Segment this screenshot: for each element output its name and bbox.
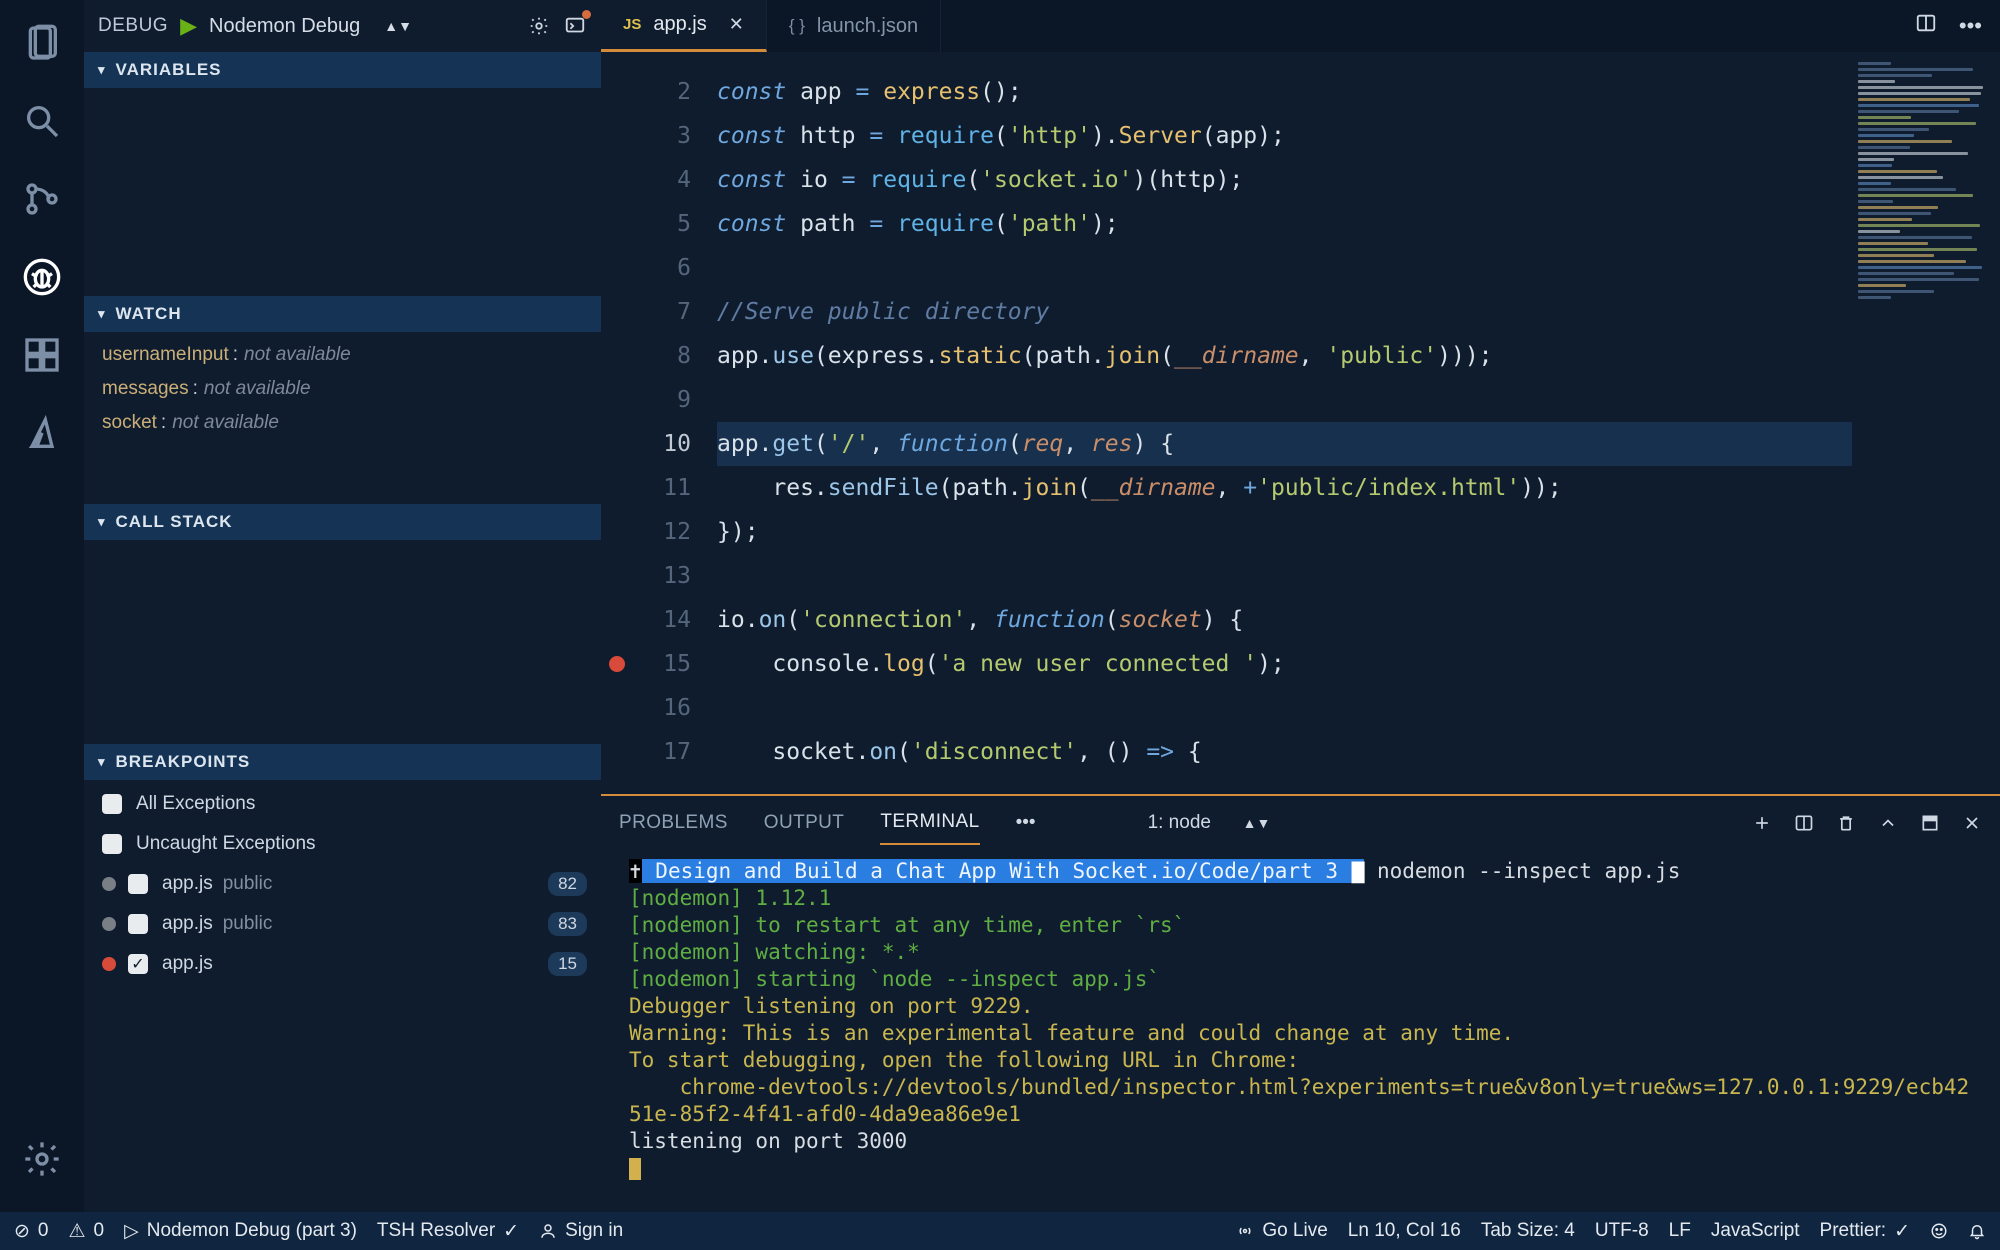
debug-header: DEBUG ▶ Nodemon Debug ▲▼ [84, 0, 601, 52]
line-badge: 82 [548, 872, 587, 896]
breakpoint-item[interactable]: app.js public 82 [84, 864, 601, 904]
line-badge: 83 [548, 912, 587, 936]
broadcast-icon [1236, 1222, 1254, 1240]
breakpoint-all-exceptions[interactable]: All Exceptions [84, 784, 601, 824]
panel-tab-output[interactable]: OUTPUT [764, 812, 845, 834]
watch-header[interactable]: ▾ WATCH [84, 296, 601, 332]
checkbox-unchecked[interactable] [102, 794, 122, 814]
watch-item[interactable]: socket:not available [102, 406, 601, 440]
debug-title: DEBUG [98, 15, 168, 37]
error-icon: ⊘ [14, 1220, 30, 1243]
chevron-down-icon: ▾ [98, 306, 106, 322]
gear-icon[interactable] [527, 14, 551, 38]
breakpoint-item[interactable]: ✓ app.js 15 [84, 944, 601, 984]
extensions-icon[interactable] [17, 330, 67, 380]
checkbox-unchecked[interactable] [128, 914, 148, 934]
variables-body [84, 88, 601, 296]
config-caret-icon[interactable]: ▲▼ [384, 18, 412, 34]
breakpoint-bullet-icon [102, 877, 116, 891]
callstack-header[interactable]: ▾ CALL STACK [84, 504, 601, 540]
status-eol[interactable]: LF [1669, 1220, 1691, 1242]
checkbox-checked[interactable]: ✓ [128, 954, 148, 974]
person-icon [539, 1222, 557, 1240]
maximize-panel-icon[interactable] [1920, 813, 1940, 833]
debug-sidebar: DEBUG ▶ Nodemon Debug ▲▼ ▾ VARIABLES [84, 0, 601, 1212]
terminal-selector[interactable]: 1: node ▲▼ [1148, 812, 1289, 834]
close-panel-icon[interactable] [1962, 813, 1982, 833]
breakpoint-bullet-icon [102, 957, 116, 971]
debug-config-name[interactable]: Nodemon Debug [209, 15, 360, 38]
status-warnings[interactable]: ⚠ 0 [69, 1220, 105, 1243]
status-go-live[interactable]: Go Live [1236, 1220, 1327, 1242]
source-control-icon[interactable] [17, 174, 67, 224]
chevron-down-icon: ▾ [98, 514, 106, 530]
breakpoint-item[interactable]: app.js public 83 [84, 904, 601, 944]
watch-item[interactable]: messages:not available [102, 372, 601, 406]
explorer-icon[interactable] [17, 18, 67, 68]
warning-icon: ⚠ [69, 1220, 86, 1243]
tab-label: app.js [653, 13, 706, 36]
editor-tabs: JS app.js ✕ { } launch.json ••• [601, 0, 2000, 52]
feedback-icon[interactable] [1930, 1222, 1948, 1240]
debug-icon[interactable] [17, 252, 67, 302]
split-editor-icon[interactable] [1915, 12, 1937, 40]
search-icon[interactable] [17, 96, 67, 146]
check-icon: ✓ [1894, 1220, 1910, 1243]
more-icon[interactable]: ••• [1959, 13, 1982, 39]
breakpoint-uncaught-exceptions[interactable]: Uncaught Exceptions [84, 824, 601, 864]
panel-more-icon[interactable]: ••• [1016, 812, 1036, 834]
terminal-output[interactable]: ✝ Design and Build a Chat App With Socke… [601, 850, 2000, 1212]
tab-launch-json[interactable]: { } launch.json [767, 0, 941, 52]
line-badge: 15 [548, 952, 587, 976]
checkbox-unchecked[interactable] [128, 874, 148, 894]
status-language[interactable]: JavaScript [1711, 1220, 1800, 1242]
watch-item[interactable]: usernameInput:not available [102, 338, 601, 372]
debug-console-icon[interactable] [563, 14, 587, 38]
status-debug-config[interactable]: ▷ Nodemon Debug (part 3) [124, 1220, 357, 1243]
code-editor[interactable]: 234567891011121314151617 const app = exp… [601, 52, 2000, 794]
status-bar: ⊘ 0 ⚠ 0 ▷ Nodemon Debug (part 3) TSH Res… [0, 1212, 2000, 1250]
status-resolver[interactable]: TSH Resolver ✓ [377, 1220, 519, 1243]
status-sign-in[interactable]: Sign in [539, 1220, 623, 1242]
split-terminal-icon[interactable] [1794, 813, 1814, 833]
start-debug-icon[interactable]: ▶ [180, 13, 197, 39]
variables-header[interactable]: ▾ VARIABLES [84, 52, 601, 88]
breakpoint-bullet-icon [102, 917, 116, 931]
chevron-down-icon: ▾ [98, 754, 106, 770]
status-lncol[interactable]: Ln 10, Col 16 [1348, 1220, 1461, 1242]
breakpoints-body: All Exceptions Uncaught Exceptions app.j… [84, 780, 601, 984]
bell-icon[interactable] [1968, 1222, 1986, 1240]
tab-app-js[interactable]: JS app.js ✕ [601, 0, 767, 52]
js-file-icon: JS [623, 16, 641, 33]
trash-icon[interactable] [1836, 813, 1856, 833]
new-terminal-icon[interactable] [1752, 813, 1772, 833]
close-icon[interactable]: ✕ [729, 14, 744, 35]
watch-body: usernameInput:not available messages:not… [84, 332, 601, 504]
editor-gutter: 234567891011121314151617 [601, 52, 717, 794]
minimap[interactable] [1852, 52, 2000, 794]
settings-gear-icon[interactable] [17, 1134, 67, 1184]
panel-tab-terminal[interactable]: TERMINAL [880, 811, 979, 845]
status-encoding[interactable]: UTF-8 [1595, 1220, 1649, 1242]
check-icon: ✓ [503, 1220, 519, 1243]
chevron-up-icon[interactable] [1878, 813, 1898, 833]
status-tabsize[interactable]: Tab Size: 4 [1481, 1220, 1575, 1242]
azure-icon[interactable] [17, 408, 67, 458]
checkbox-unchecked[interactable] [102, 834, 122, 854]
activity-bar [0, 0, 84, 1212]
editor-code[interactable]: const app = express();const http = requi… [717, 52, 1852, 794]
bottom-panel: PROBLEMS OUTPUT TERMINAL ••• 1: node ▲▼ [601, 794, 2000, 1212]
play-icon: ▷ [124, 1220, 139, 1243]
breakpoints-header[interactable]: ▾ BREAKPOINTS [84, 744, 601, 780]
tab-label: launch.json [817, 15, 918, 38]
status-errors[interactable]: ⊘ 0 [14, 1220, 49, 1243]
status-prettier[interactable]: Prettier: ✓ [1820, 1220, 1910, 1243]
json-file-icon: { } [789, 16, 805, 36]
callstack-body [84, 540, 601, 744]
panel-tab-problems[interactable]: PROBLEMS [619, 812, 728, 834]
chevron-down-icon: ▾ [98, 62, 106, 78]
